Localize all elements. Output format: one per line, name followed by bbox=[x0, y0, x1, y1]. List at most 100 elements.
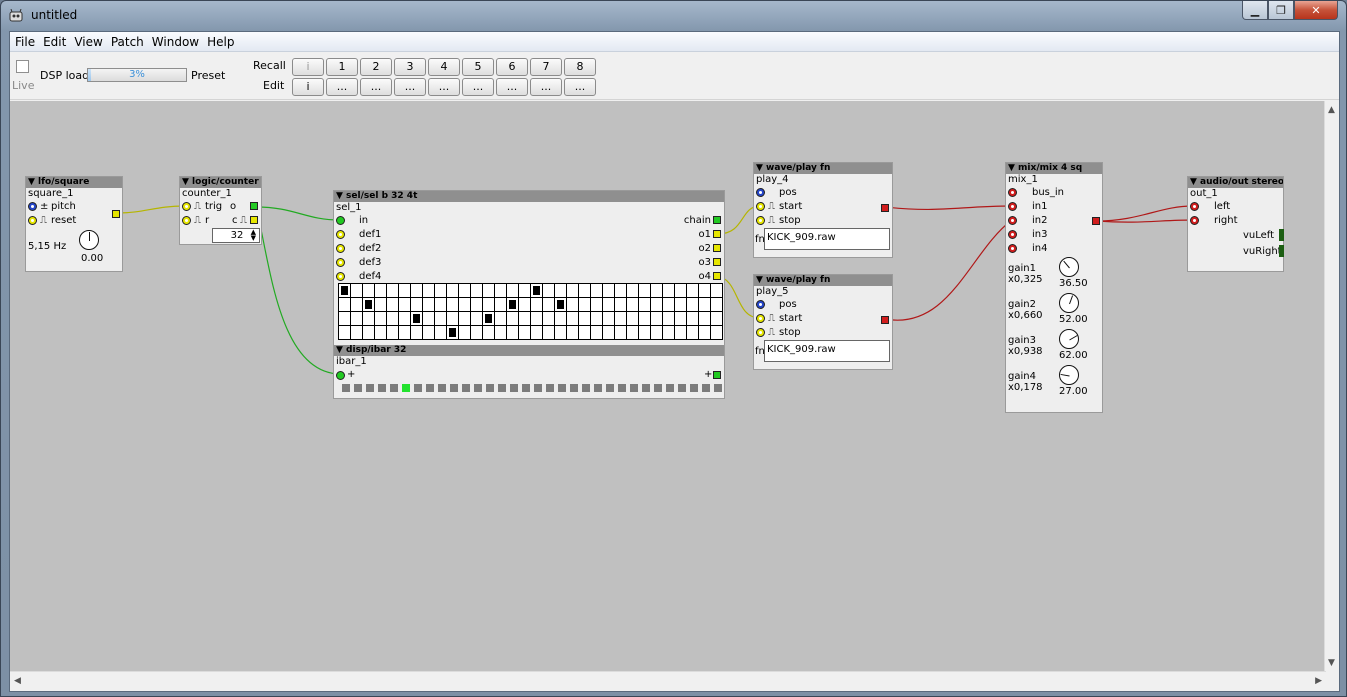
step-cell[interactable] bbox=[687, 284, 699, 298]
step-cell[interactable] bbox=[471, 326, 483, 340]
step-cell[interactable] bbox=[591, 326, 603, 340]
counter-header[interactable]: ▼ logic/counter bbox=[180, 177, 261, 188]
recall-button-8[interactable]: 8 bbox=[564, 58, 596, 76]
step-cell[interactable] bbox=[387, 298, 399, 312]
sel-def4-inlet[interactable] bbox=[336, 272, 345, 281]
step-cell[interactable] bbox=[435, 298, 447, 312]
step-cell[interactable] bbox=[591, 298, 603, 312]
step-cell[interactable] bbox=[435, 284, 447, 298]
step-cell[interactable] bbox=[459, 312, 471, 326]
step-cell[interactable] bbox=[603, 284, 615, 298]
step-cell[interactable] bbox=[519, 326, 531, 340]
scroll-left-icon[interactable]: ◀ bbox=[14, 676, 21, 686]
step-cell[interactable] bbox=[603, 326, 615, 340]
edit-button-6[interactable]: ... bbox=[496, 78, 528, 96]
step-cell[interactable] bbox=[603, 298, 615, 312]
step-cell[interactable] bbox=[411, 312, 423, 326]
step-cell[interactable] bbox=[627, 298, 639, 312]
recall-button-2[interactable]: 2 bbox=[360, 58, 392, 76]
step-cell[interactable] bbox=[411, 326, 423, 340]
recall-button-3[interactable]: 3 bbox=[394, 58, 426, 76]
step-cell[interactable] bbox=[531, 298, 543, 312]
close-button[interactable]: ✕ bbox=[1294, 1, 1338, 20]
step-cell[interactable] bbox=[663, 298, 675, 312]
play4-filename-field[interactable]: KICK_909.raw bbox=[764, 228, 890, 250]
step-cell[interactable] bbox=[495, 312, 507, 326]
step-cell[interactable] bbox=[711, 312, 723, 326]
step-cell[interactable] bbox=[423, 284, 435, 298]
step-cell[interactable] bbox=[507, 312, 519, 326]
sel-header[interactable]: ▼ sel/sel b 32 4t bbox=[334, 191, 724, 202]
maximize-button[interactable]: ❐ bbox=[1268, 1, 1294, 20]
step-cell[interactable] bbox=[399, 326, 411, 340]
play5-stop-inlet[interactable] bbox=[756, 328, 765, 337]
step-cell[interactable] bbox=[339, 312, 351, 326]
step-cell[interactable] bbox=[567, 298, 579, 312]
step-cell[interactable] bbox=[387, 312, 399, 326]
wire-lfo-to-counter[interactable] bbox=[116, 205, 186, 214]
scroll-right-icon[interactable]: ▶ bbox=[1315, 676, 1322, 686]
play5-outlet[interactable] bbox=[881, 316, 889, 324]
step-cell[interactable] bbox=[615, 284, 627, 298]
recall-button-i[interactable]: i bbox=[292, 58, 324, 76]
step-cell[interactable] bbox=[531, 312, 543, 326]
step-cell[interactable] bbox=[363, 312, 375, 326]
counter-trig-inlet[interactable] bbox=[182, 202, 191, 211]
sel-def1-inlet[interactable] bbox=[336, 230, 345, 239]
step-cell[interactable] bbox=[507, 298, 519, 312]
scroll-up-icon[interactable]: ▲ bbox=[1328, 105, 1335, 115]
step-cell[interactable] bbox=[459, 298, 471, 312]
step-cell[interactable] bbox=[495, 326, 507, 340]
edit-button-7[interactable]: ... bbox=[530, 78, 562, 96]
step-cell[interactable] bbox=[483, 312, 495, 326]
sel-o1-outlet[interactable] bbox=[713, 230, 721, 238]
step-cell[interactable] bbox=[591, 284, 603, 298]
mix-outlet[interactable] bbox=[1092, 217, 1100, 225]
step-cell[interactable] bbox=[555, 326, 567, 340]
ibar-outlet[interactable] bbox=[713, 371, 721, 379]
step-cell[interactable] bbox=[627, 312, 639, 326]
step-cell[interactable] bbox=[375, 326, 387, 340]
step-cell[interactable] bbox=[507, 284, 519, 298]
step-cell[interactable] bbox=[603, 312, 615, 326]
sel-in-inlet[interactable] bbox=[336, 216, 345, 225]
wire-play5-to-mix[interactable] bbox=[884, 219, 1013, 321]
step-cell[interactable] bbox=[423, 312, 435, 326]
step-cell[interactable] bbox=[435, 312, 447, 326]
step-cell[interactable] bbox=[339, 284, 351, 298]
step-cell[interactable] bbox=[399, 284, 411, 298]
menu-view[interactable]: View bbox=[70, 35, 106, 49]
play4-start-inlet[interactable] bbox=[756, 202, 765, 211]
mix-gain1-knob[interactable] bbox=[1059, 257, 1079, 277]
edit-button-1[interactable]: ... bbox=[326, 78, 358, 96]
step-cell[interactable] bbox=[567, 312, 579, 326]
step-cell[interactable] bbox=[363, 298, 375, 312]
mix-bus-in-inlet[interactable] bbox=[1008, 188, 1017, 197]
live-checkbox[interactable] bbox=[16, 60, 29, 73]
step-cell[interactable] bbox=[651, 284, 663, 298]
mix-object[interactable]: ▼ mix/mix 4 sq mix_1 bus_in in1 in2 in3 in4 … bbox=[1005, 162, 1103, 413]
step-cell[interactable] bbox=[699, 298, 711, 312]
title-bar[interactable]: untitled ▁ ❐ ✕ bbox=[1, 1, 1346, 31]
scroll-down-icon[interactable]: ▼ bbox=[1328, 658, 1335, 668]
step-cell[interactable] bbox=[471, 284, 483, 298]
mix-in4-inlet[interactable] bbox=[1008, 244, 1017, 253]
step-cell[interactable] bbox=[423, 326, 435, 340]
step-cell[interactable] bbox=[411, 298, 423, 312]
step-cell[interactable] bbox=[579, 298, 591, 312]
mix-gain4-knob[interactable] bbox=[1059, 365, 1079, 385]
sel-chain-outlet[interactable] bbox=[713, 216, 721, 224]
step-cell[interactable] bbox=[579, 312, 591, 326]
step-cell[interactable] bbox=[543, 284, 555, 298]
sel-def3-inlet[interactable] bbox=[336, 258, 345, 267]
step-cell[interactable] bbox=[555, 298, 567, 312]
audio-out-object[interactable]: ▼ audio/out stereo out_1 left right vuLe… bbox=[1187, 176, 1284, 272]
step-cell[interactable] bbox=[495, 298, 507, 312]
play5-start-inlet[interactable] bbox=[756, 314, 765, 323]
step-cell[interactable] bbox=[339, 326, 351, 340]
mix-in1-inlet[interactable] bbox=[1008, 202, 1017, 211]
step-cell[interactable] bbox=[399, 312, 411, 326]
lfo-pitch-knob[interactable] bbox=[79, 230, 99, 250]
recall-button-7[interactable]: 7 bbox=[530, 58, 562, 76]
step-cell[interactable] bbox=[639, 326, 651, 340]
